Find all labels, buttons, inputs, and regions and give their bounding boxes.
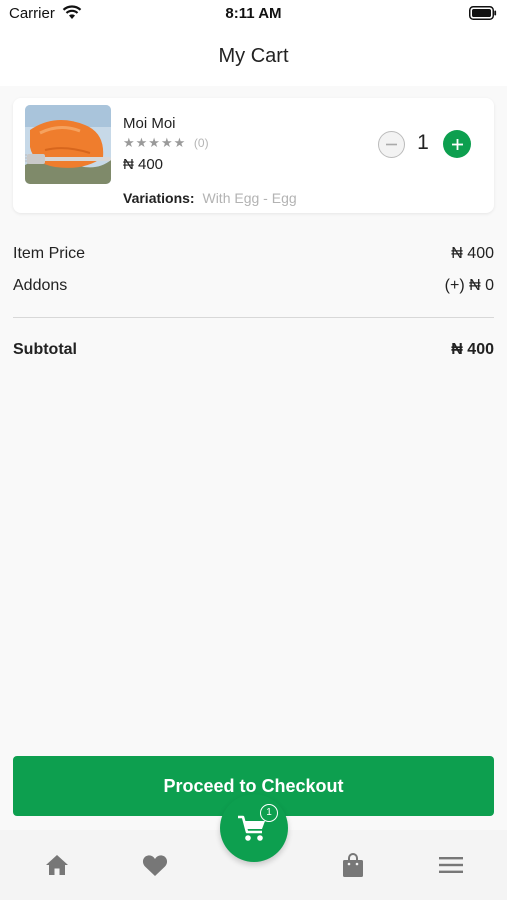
heart-icon [142, 854, 168, 876]
summary-divider [13, 317, 494, 318]
status-time: 8:11 AM [225, 5, 282, 22]
star-rating-icon: ★★★★★ [123, 135, 187, 150]
plus-icon [451, 138, 463, 150]
minus-icon [386, 143, 397, 146]
home-icon [46, 855, 68, 875]
status-bar: Carrier 8:11 AM [0, 0, 507, 28]
variations-row: Variations: With Egg - Egg [123, 190, 297, 206]
item-price-label: Item Price [13, 245, 86, 262]
item-name: Moi Moi [123, 115, 176, 132]
addons-value: (+) ₦ 0 [444, 277, 494, 294]
nav-favorites[interactable] [140, 852, 170, 878]
variations-value: With Egg - Egg [202, 190, 297, 206]
shopping-bag-icon [343, 853, 363, 877]
rating-row: ★★★★★ (0) [123, 135, 209, 151]
increase-quantity-button[interactable] [443, 130, 471, 158]
rating-count: (0) [193, 136, 209, 150]
nav-home[interactable] [42, 852, 72, 878]
cart-count-badge: 1 [260, 804, 278, 822]
nav-menu[interactable] [436, 852, 466, 878]
subtotal-value: ₦ 400 [451, 341, 494, 358]
item-price-value: ₦ 400 [451, 245, 494, 262]
app-header: My Cart [0, 28, 507, 86]
cart-item-card[interactable]: Moi Moi ★★★★★ (0) ₦ 400 Variations: With… [13, 98, 494, 213]
decrease-quantity-button[interactable] [378, 131, 405, 158]
menu-icon [439, 857, 463, 873]
item-price: ₦ 400 [123, 156, 164, 173]
addons-label: Addons [13, 277, 68, 294]
item-image[interactable] [25, 105, 111, 184]
variations-label: Variations: [123, 190, 195, 206]
cart-screen: Carrier 8:11 AM My Cart Moi Moi ★★★★★ (0… [0, 0, 507, 900]
quantity-value: 1 [417, 131, 429, 154]
battery-icon [469, 6, 497, 24]
cart-fab-button[interactable]: 1 [220, 794, 288, 862]
subtotal-label: Subtotal [13, 341, 77, 358]
nav-orders[interactable] [338, 852, 368, 878]
page-title: My Cart [218, 45, 289, 67]
